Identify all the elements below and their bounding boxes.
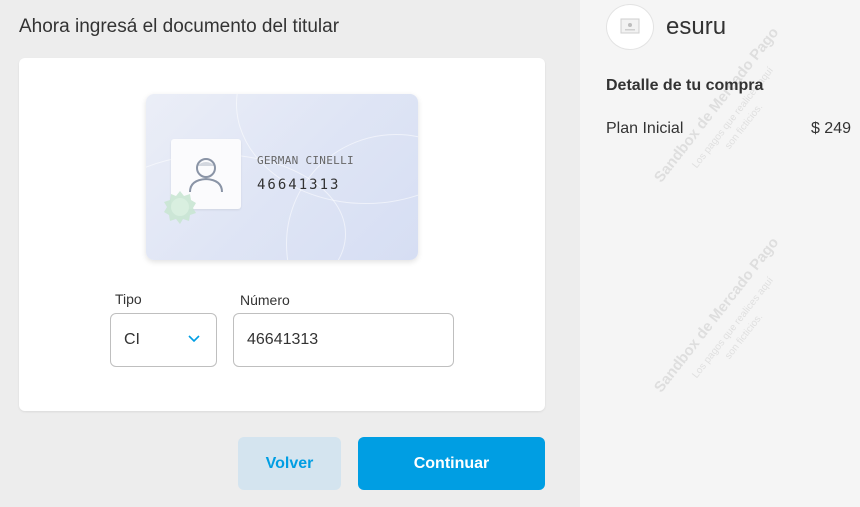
item-price: $ 249 bbox=[810, 120, 851, 137]
purchase-detail-title: Detalle de tu compra bbox=[606, 77, 764, 94]
item-name: Plan Inicial bbox=[606, 120, 684, 137]
document-type-value: CI bbox=[124, 331, 140, 348]
watermark-sub-text-1: Los pagos que realices aquí bbox=[690, 65, 776, 171]
watermark-sub-text-2: son ficticios. bbox=[723, 101, 766, 152]
purchase-summary-sidebar: Sandbox de Mercado Pago Los pagos que re… bbox=[580, 0, 860, 507]
number-label: Número bbox=[240, 292, 290, 308]
document-type-select[interactable]: CI bbox=[110, 313, 217, 367]
id-card-illustration: GERMAN CINELLI 46641313 bbox=[146, 94, 418, 260]
seal-icon bbox=[164, 191, 196, 224]
id-holder-name: GERMAN CINELLI bbox=[257, 154, 354, 167]
sandbox-watermark: Sandbox de Mercado Pago Los pagos que re… bbox=[642, 223, 818, 428]
document-card-panel: GERMAN CINELLI 46641313 Tipo Número CI bbox=[19, 58, 545, 411]
watermark-main-text: Sandbox de Mercado Pago bbox=[650, 234, 783, 396]
watermark-sub-text-2: son ficticios. bbox=[723, 311, 766, 362]
document-number-input[interactable] bbox=[233, 313, 454, 367]
type-label: Tipo bbox=[115, 291, 142, 307]
document-form-area: Ahora ingresá el documento del titular G… bbox=[0, 0, 580, 507]
continue-button[interactable]: Continuar bbox=[358, 437, 545, 490]
sandbox-watermark: Sandbox de Mercado Pago Los pagos que re… bbox=[642, 13, 818, 218]
watermark-sub-text-1: Los pagos que realices aquí bbox=[690, 275, 776, 381]
person-silhouette-icon bbox=[189, 158, 223, 193]
store-name: esuru bbox=[666, 13, 727, 40]
id-document-number: 46641313 bbox=[257, 177, 341, 193]
chevron-down-icon bbox=[188, 335, 200, 343]
page-title: Ahora ingresá el documento del titular bbox=[19, 16, 340, 37]
back-button[interactable]: Volver bbox=[238, 437, 341, 490]
store-logo-icon bbox=[620, 18, 640, 34]
store-avatar bbox=[606, 4, 654, 50]
